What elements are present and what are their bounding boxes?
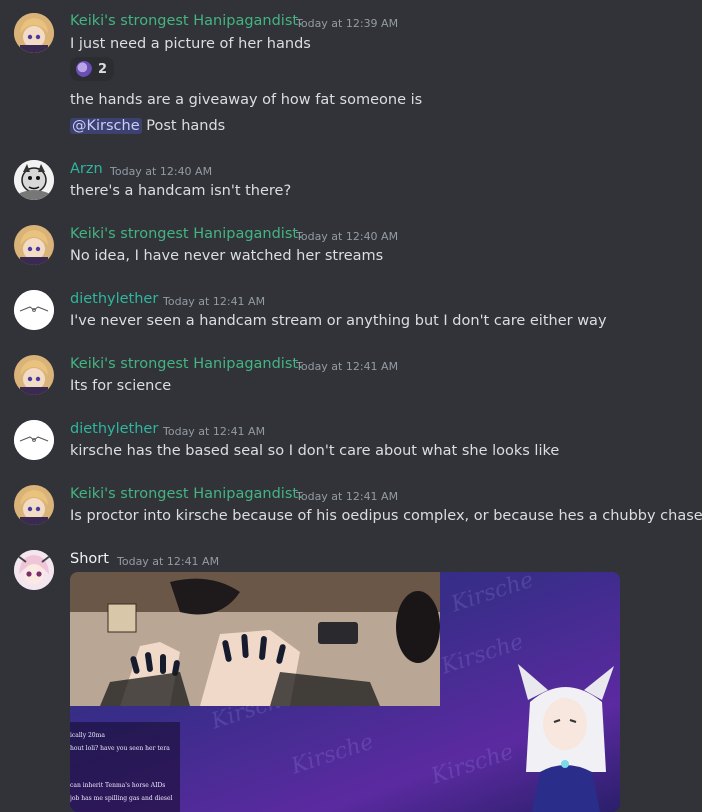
avatar-anime-blonde-icon [14, 225, 54, 265]
watermark-text: Kirsche [448, 572, 537, 618]
message-text: Is proctor into kirsche because of his o… [70, 508, 702, 524]
timestamp: Today at 12:41 AM [296, 360, 399, 373]
username[interactable]: Keiki's strongest Hanipagandist. [70, 226, 303, 242]
avatar-anime-blonde-icon [14, 485, 54, 525]
stream-chat-overlay: ically 20ma hout loli? have you seen her… [70, 722, 180, 812]
message-text: No idea, I have never watched her stream… [70, 248, 384, 264]
username[interactable]: Keiki's strongest Hanipagandist. [70, 486, 303, 502]
username[interactable]: Keiki's strongest Hanipagandist. [70, 13, 303, 29]
avatar[interactable] [14, 290, 54, 330]
timestamp: Today at 12:40 AM [110, 165, 213, 178]
chat-line: job has me spilling gas and diesel [70, 795, 173, 802]
image-attachment[interactable]: Kirsche Kirsche Kirsche Kirsche Kirsche [70, 572, 620, 812]
username[interactable]: diethylether [70, 291, 158, 307]
hands-on-desk-image [70, 572, 440, 706]
avatar[interactable] [14, 485, 54, 525]
reaction-pill[interactable]: 2 [70, 57, 114, 81]
message-text: I've never seen a handcam stream or anyt… [70, 313, 607, 329]
timestamp: Today at 12:40 AM [296, 230, 399, 243]
username[interactable]: Arzn [70, 161, 103, 177]
message-text: there's a handcam isn't there? [70, 183, 292, 199]
purple-sticker-emoji-icon [76, 61, 92, 77]
timestamp: Today at 12:41 AM [296, 490, 399, 503]
avatar-sketch-cat-icon [14, 160, 54, 200]
handcam-feed [70, 572, 440, 706]
timestamp: Today at 12:41 AM [163, 295, 266, 308]
message-text: Its for science [70, 378, 172, 394]
avatar[interactable] [14, 13, 54, 53]
avatar[interactable] [14, 550, 54, 590]
reaction-count: 2 [98, 61, 108, 77]
avatar-anime-blonde-icon [14, 355, 54, 395]
avatar-anime-pink-hair-icon [14, 550, 54, 590]
user-mention[interactable]: @Kirsche [70, 118, 142, 134]
timestamp: Today at 12:41 AM [117, 555, 220, 568]
avatar-anime-blonde-icon [14, 13, 54, 53]
timestamp: Today at 12:41 AM [163, 425, 266, 438]
avatar-molecule-icon [14, 420, 54, 460]
vtuber-fox-girl-avatar-image [518, 664, 614, 812]
timestamp: Today at 12:39 AM [296, 17, 399, 30]
chat-line: can inherit Tenma's horse AIDs [70, 782, 166, 789]
mention-trailing-text: Post hands [141, 118, 226, 134]
watermark-text: Kirsche [288, 729, 377, 780]
avatar[interactable] [14, 355, 54, 395]
username[interactable]: diethylether [70, 421, 158, 437]
avatar[interactable] [14, 225, 54, 265]
watermark-text: Kirsche [428, 739, 517, 790]
message-text: I just need a picture of her hands [70, 36, 311, 52]
message-text: @Kirsche Post hands [70, 118, 225, 134]
username[interactable]: Keiki's strongest Hanipagandist. [70, 356, 303, 372]
chat-line: hout loli? have you seen her tera [70, 745, 170, 752]
message-text: kirsche has the based seal so I don't ca… [70, 443, 560, 459]
message-text: the hands are a giveaway of how fat some… [70, 92, 423, 108]
avatar-molecule-icon [14, 290, 54, 330]
username[interactable]: Short [70, 551, 109, 567]
avatar[interactable] [14, 420, 54, 460]
chat-line: ically 20ma [70, 732, 105, 739]
avatar[interactable] [14, 160, 54, 200]
